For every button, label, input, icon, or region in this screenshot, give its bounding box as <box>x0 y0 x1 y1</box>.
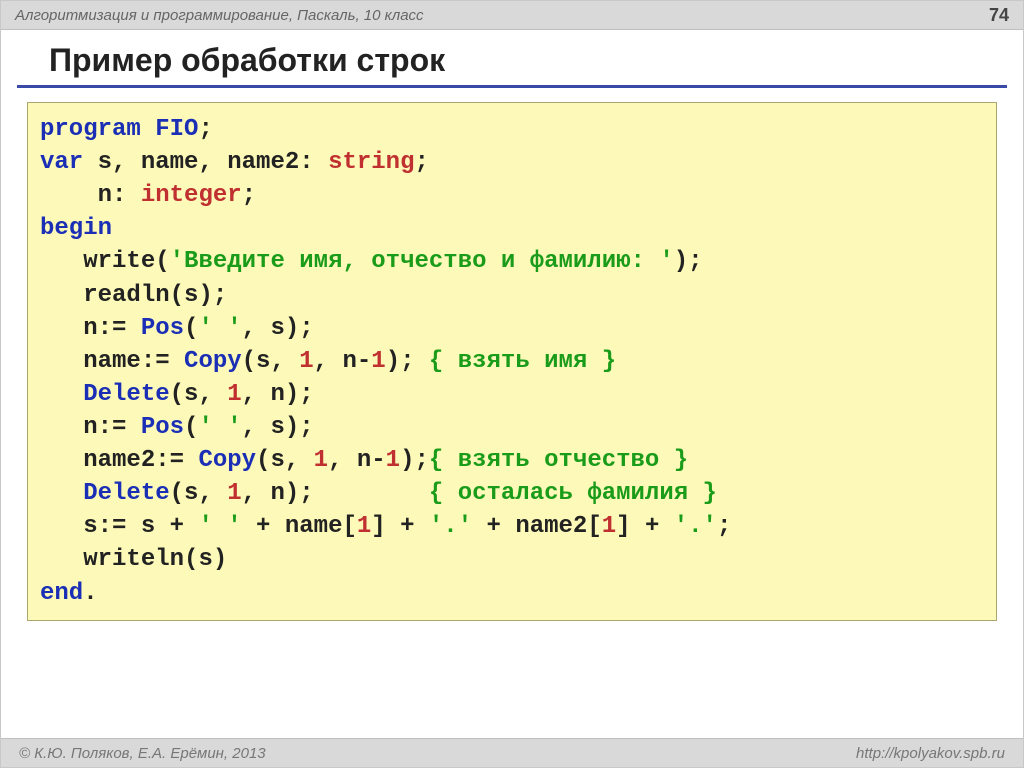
fn-copy: Copy <box>184 348 242 375</box>
footer-bar: © К.Ю. Поляков, Е.А. Ерёмин, 2013 http:/… <box>1 738 1023 767</box>
kw-begin: begin <box>40 215 112 242</box>
prog-name: FIO <box>155 116 198 143</box>
breadcrumb: Алгоритмизация и программирование, Паска… <box>15 7 424 24</box>
page-number: 74 <box>989 5 1009 26</box>
cmt-surname: { осталась фамилия } <box>429 480 717 507</box>
type-string: string <box>328 149 414 176</box>
str-prompt: 'Введите имя, отчество и фамилию: ' <box>170 248 674 275</box>
kw-program: program <box>40 116 141 143</box>
fn-delete: Delete <box>83 381 169 408</box>
code-block: program FIO; var s, name, name2: string;… <box>27 102 997 621</box>
slide-title: Пример обработки строк <box>17 30 1007 88</box>
header-bar: Алгоритмизация и программирование, Паска… <box>1 1 1023 30</box>
cmt-otchestvo: { взять отчество } <box>429 447 688 474</box>
slide: Алгоритмизация и программирование, Паска… <box>0 0 1024 768</box>
cmt-name: { взять имя } <box>429 348 616 375</box>
fn-pos: Pos <box>141 315 184 342</box>
kw-end: end <box>40 580 83 607</box>
footer-url: http://kpolyakov.spb.ru <box>856 745 1005 762</box>
kw-var: var <box>40 149 83 176</box>
type-integer: integer <box>141 182 242 209</box>
copyright: © К.Ю. Поляков, Е.А. Ерёмин, 2013 <box>19 745 266 762</box>
